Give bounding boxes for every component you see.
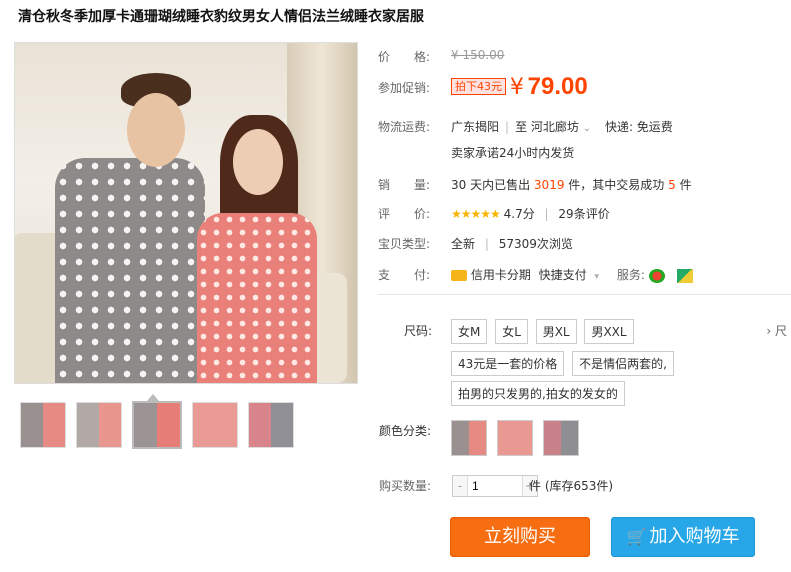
size-label: 尺码: [404,324,433,338]
buy-now-button[interactable]: 立刻购买 [450,517,590,557]
quick-pay[interactable]: 快捷支付 [539,268,587,282]
shipping-route: 广东揭阳 | 至 河北廊坊 ⌄ 快递: 免运费 [451,120,673,134]
size-notes-2: 拍男的只发男的,拍女的发女的 [451,381,629,406]
rating-row: 评 价: ★★★★★ 4.7分 | 29条评价 [378,205,610,222]
item-type-value: 全新 | 57309次浏览 [451,237,573,251]
rating-score: 4.7分 [503,207,535,221]
rating-value: ★★★★★ 4.7分 | 29条评价 [451,207,610,221]
size-options: 女M 女L 男XL 男XXL [451,319,638,344]
main-product-image[interactable] [14,42,358,384]
sales-label: 销 量: [378,178,431,192]
payment-value: 信用卡分期 快捷支付 ▾ 服务: [451,266,693,283]
quantity-unit: 件 [529,479,542,493]
dropdown-icon[interactable]: ▾ [595,272,600,282]
promo-value: 拍下43元 ¥ 79.00 [451,73,588,101]
reviews-link[interactable]: 29条评价 [558,207,609,221]
payment-row: 支 付: 信用卡分期 快捷支付 ▾ 服务: [378,266,693,283]
star-rating-icon: ★★★★★ [451,207,501,221]
shipping-promise: 卖家承诺24小时内发货 [451,146,575,160]
sales-value: 30 天内已售出 3019 件，其中交易成功 5 件 [451,176,692,193]
shopping-cart-icon: 🛒 [626,527,647,546]
thumbnail-5[interactable] [248,402,294,448]
promo-tag: 拍下43元 [451,78,506,95]
size-note-1[interactable]: 43元是一套的价格 [451,351,565,376]
size-option-female-m[interactable]: 女M [451,319,488,344]
color-swatch-3[interactable] [542,420,579,456]
seven-day-return-icon[interactable] [648,268,665,283]
price-row: 价 格: ¥ 150.00 [378,48,504,65]
view-count: 57309次浏览 [498,237,573,251]
quantity-input[interactable] [467,476,523,496]
service-label: 服务: [616,268,645,282]
shipping-fee: 快递: 免运费 [604,120,673,134]
size-option-male-xxl[interactable]: 男XXL [584,319,634,344]
product-title: 清仓秋冬季加厚卡通珊瑚绒睡衣豹纹男女人情侣法兰绒睡衣家居服 [18,9,424,25]
size-note-2[interactable]: 不是情侣两套的, [572,351,674,376]
info-divider [378,294,791,295]
sales-row: 销 量: 30 天内已售出 3019 件，其中交易成功 5 件 [378,176,692,193]
stock-info: 件 (库存653件) [529,477,613,494]
shipping-label: 物流运费: [378,120,431,134]
thumbnail-strip [20,401,294,449]
shipping-row: 物流运费: 广东揭阳 | 至 河北廊坊 ⌄ 快递: 免运费 [378,118,673,135]
credit-card-icon [451,270,467,281]
promo-label: 参加促销: [378,81,431,95]
sales-unit: 件 [679,178,692,192]
condition: 全新 [451,237,476,251]
payment-label: 支 付: [378,268,431,282]
promo-price: 79.00 [527,73,588,100]
success-count: 5 [668,178,676,192]
more-size-link[interactable]: › 尺 [766,322,787,339]
decrease-button[interactable]: - [453,476,467,496]
currency-symbol: ¥ [509,75,524,100]
add-to-cart-label: 加入购物车 [649,526,740,547]
color-swatch-2[interactable] [496,420,533,456]
ship-from: 广东揭阳 [451,120,500,134]
color-swatch-1[interactable] [451,420,487,456]
stock-count: (库存653件) [544,479,614,493]
add-to-cart-button[interactable]: 🛒 加入购物车 [611,517,755,557]
thumbnail-1[interactable] [20,402,66,448]
color-options [451,420,585,459]
sales-mid: 件，其中交易成功 [568,178,665,192]
ship-to[interactable]: 河北廊坊 [531,120,579,134]
sales-prefix: 30 天内已售出 [451,178,531,192]
size-option-male-xl[interactable]: 男XL [535,319,577,344]
chevron-down-icon[interactable]: ⌄ [583,123,591,134]
size-note-3[interactable]: 拍男的只发男的,拍女的发女的 [451,381,625,406]
rating-label: 评 价: [378,207,431,221]
quantity-stepper: - + [452,475,538,497]
color-label: 颜色分类: [379,424,432,438]
quantity-label: 购买数量: [379,479,432,493]
man-pajama [55,158,205,383]
quantity-row: 购买数量: - + 件 (库存653件) [379,475,779,497]
credit-installment[interactable]: 信用卡分期 [471,268,531,282]
size-notes: 43元是一套的价格 不是情侣两套的, [451,351,678,376]
sold-count: 3019 [533,178,565,192]
thumbnail-4[interactable] [192,402,238,448]
guarantee-icon[interactable] [676,268,693,283]
promo-row: 参加促销: 拍下43元 ¥ 79.00 [378,73,588,100]
item-type-row: 宝贝类型: 全新 | 57309次浏览 [378,235,573,252]
thumbnail-3[interactable] [132,401,182,449]
woman-face [233,129,283,195]
item-type-label: 宝贝类型: [378,237,431,251]
size-option-female-l[interactable]: 女L [495,319,528,344]
sku-panel: 尺码: 女M 女L 男XL 男XXL › 尺 43元是一套的价格 不是情侣两套的… [378,300,791,572]
woman-pajama [197,213,317,383]
thumbnail-2[interactable] [76,402,122,448]
thumb-caret-icon [147,394,159,401]
man-face [127,93,185,167]
original-price: ¥ 150.00 [451,48,505,62]
price-label: 价 格: [378,50,431,64]
